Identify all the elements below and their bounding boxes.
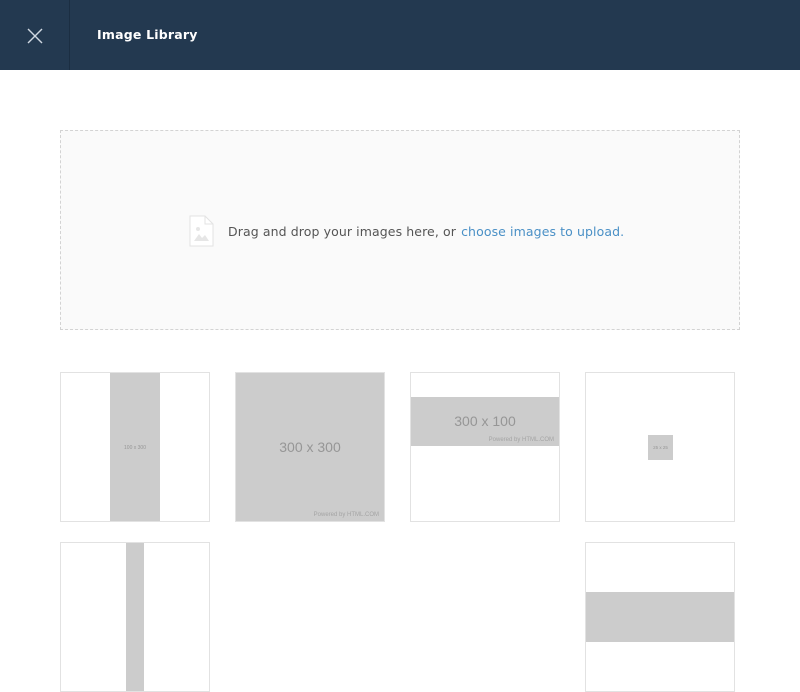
- image-placeholder: 25 x 25: [648, 435, 673, 460]
- powered-by-label: Powered by HTML.COM: [313, 512, 379, 518]
- close-icon: [27, 28, 43, 44]
- close-button[interactable]: [0, 0, 70, 70]
- image-thumbnail[interactable]: 300 x 300 Powered by HTML.COM: [235, 372, 385, 522]
- dropzone-content: Drag and drop your images here, or choos…: [187, 215, 624, 247]
- image-placeholder: 100 x 300: [110, 373, 160, 521]
- image-placeholder: 300 x 100 Powered by HTML.COM: [411, 397, 559, 446]
- image-thumbnail[interactable]: [585, 542, 735, 692]
- image-size-label: 100 x 300: [124, 445, 146, 451]
- image-thumbnail[interactable]: [60, 542, 210, 692]
- image-size-label: 300 x 300: [279, 439, 341, 455]
- dropzone-period: .: [620, 223, 625, 239]
- image-file-icon: [189, 215, 214, 247]
- image-placeholder: 300 x 300 Powered by HTML.COM: [236, 373, 384, 521]
- upload-dropzone[interactable]: Drag and drop your images here, or choos…: [60, 130, 740, 330]
- image-thumbnail[interactable]: 25 x 25: [585, 372, 735, 522]
- image-thumbnail[interactable]: 100 x 300: [60, 372, 210, 522]
- page-title: Image Library: [97, 27, 198, 42]
- image-thumbnail[interactable]: 300 x 100 Powered by HTML.COM: [410, 372, 560, 522]
- header-bar: Image Library: [0, 0, 800, 70]
- image-size-label: 300 x 100: [454, 412, 516, 429]
- powered-by-label: Powered by HTML.COM: [488, 437, 554, 443]
- choose-images-link[interactable]: choose images to upload: [461, 224, 620, 239]
- dropzone-instructions: Drag and drop your images here, or: [228, 223, 456, 239]
- image-size-label: 25 x 25: [653, 445, 668, 450]
- image-placeholder: [126, 543, 144, 691]
